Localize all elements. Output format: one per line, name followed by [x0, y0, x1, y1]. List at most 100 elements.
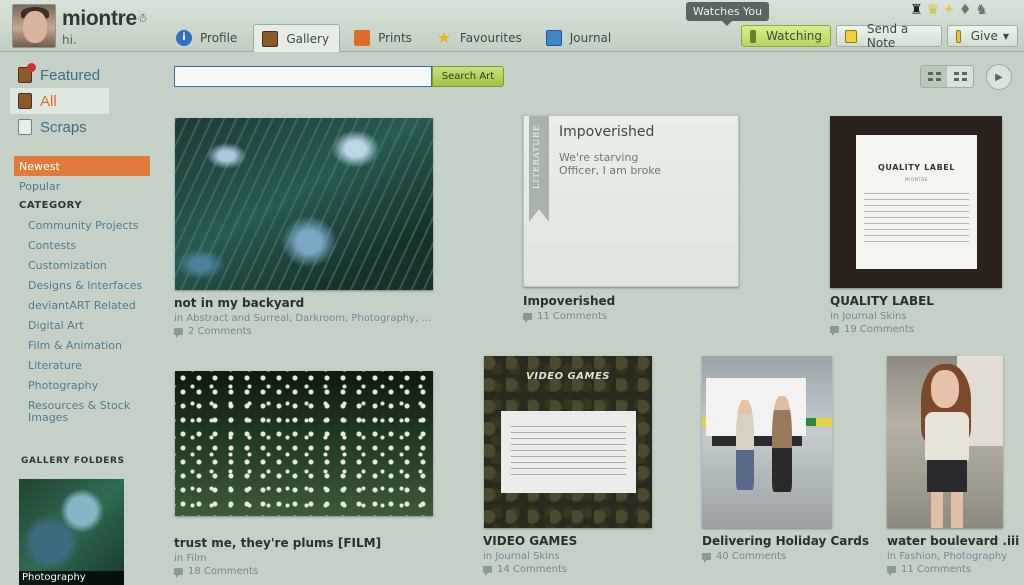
deviation-category: in Journal Skins — [483, 551, 658, 562]
category-link[interactable]: Abstract and Surreal, Darkroom, Photogra… — [186, 313, 436, 324]
give-button[interactable]: Give ▼ — [947, 25, 1018, 47]
sort-list: Newest Popular — [14, 156, 150, 196]
comment-count[interactable]: 19 Comments — [830, 324, 1010, 336]
comment-count[interactable]: 11 Comments — [523, 311, 743, 323]
comment-count[interactable]: 18 Comments — [174, 566, 436, 578]
category-link[interactable]: Fashion, Photography — [899, 551, 1007, 562]
category-item[interactable]: Designs & Interfaces — [28, 276, 150, 296]
tab-journal[interactable]: Journal — [538, 24, 622, 51]
category-item[interactable]: deviantART Related — [28, 296, 150, 316]
sort-newest[interactable]: Newest — [14, 156, 150, 176]
thumb-video-games[interactable]: VIDEO GAMES — [484, 356, 652, 528]
category-item[interactable]: Contests — [28, 236, 150, 256]
in-label: in — [830, 311, 840, 322]
in-label: in — [887, 551, 897, 562]
drop-icon: ♦ — [958, 2, 972, 18]
watching-button[interactable]: Watching — [741, 25, 831, 47]
thumb-water-boulevard[interactable] — [887, 356, 1003, 528]
skin-text-lines — [864, 193, 969, 243]
nav-all[interactable]: All — [10, 88, 109, 114]
folder-photography[interactable]: Photography — [19, 479, 124, 585]
send-note-button[interactable]: Send a Note — [836, 22, 942, 50]
thumb-trust-me-plums[interactable] — [175, 371, 433, 516]
deviation-title[interactable]: Delivering Holiday Cards — [702, 534, 872, 548]
deviation-category: in Film — [174, 553, 436, 564]
deviation-meta: Impoverished 11 Comments — [523, 294, 743, 323]
in-label: in — [174, 313, 184, 324]
category-item[interactable]: Customization — [28, 256, 150, 276]
comment-count[interactable]: 11 Comments — [887, 564, 1021, 576]
tab-favourites[interactable]: ★ Favourites — [428, 24, 532, 51]
comment-icon — [174, 328, 183, 338]
gift-icon — [956, 29, 961, 43]
featured-icon — [18, 63, 36, 83]
grid-view-icon — [953, 72, 967, 81]
comment-icon — [523, 313, 532, 323]
category-item[interactable]: Photography — [28, 376, 150, 396]
search-art-button[interactable]: Search Art — [432, 66, 504, 87]
comment-icon — [174, 568, 183, 578]
nav-label: Scraps — [40, 118, 87, 136]
deviation-title[interactable]: Impoverished — [523, 294, 743, 308]
deviation-title[interactable]: not in my backyard — [174, 296, 436, 310]
category-item[interactable]: Film & Animation — [28, 336, 150, 356]
thumb-delivering-holiday-cards[interactable] — [702, 356, 832, 528]
deviation-meta: water boulevard .iii in Fashion, Photogr… — [887, 534, 1021, 576]
comment-count[interactable]: 2 Comments — [174, 326, 436, 338]
send-note-label: Send a Note — [866, 22, 909, 50]
comment-count[interactable]: 14 Comments — [483, 564, 658, 576]
status-icons: ♜ ♛ ✦ ♦ ♞ — [910, 2, 988, 18]
literature-ribbon: LITERATURE — [529, 116, 549, 222]
gallery-nav: Featured All Scraps — [10, 62, 150, 140]
category-heading: CATEGORY — [19, 200, 83, 211]
category-link[interactable]: Film — [186, 553, 206, 564]
journal-icon — [545, 29, 562, 46]
deviation-title[interactable]: QUALITY LABEL — [830, 294, 1010, 308]
comment-label: 11 Comments — [901, 564, 972, 575]
top-header: miontre ☃ hi. i Profile Gallery Prints ★… — [0, 0, 1024, 52]
give-label: Give — [970, 29, 998, 43]
tab-profile[interactable]: i Profile — [168, 24, 247, 51]
figure-legs — [931, 492, 963, 528]
deviation-title[interactable]: water boulevard .iii — [887, 534, 1021, 548]
grid-view-button[interactable] — [947, 66, 973, 87]
category-item[interactable]: Resources & Stock Images — [28, 396, 150, 428]
category-link[interactable]: Journal Skins — [842, 311, 906, 322]
category-item[interactable]: Literature — [28, 356, 150, 376]
excerpt-line: We're starving — [559, 151, 639, 164]
comment-icon — [887, 566, 896, 576]
comment-label: 18 Comments — [188, 566, 259, 577]
thumb-not-in-my-backyard[interactable] — [175, 118, 433, 290]
skin-title: VIDEO GAMES — [525, 371, 610, 382]
thumb-quality-label[interactable]: QUALITY LABEL MIONTRE — [830, 116, 1002, 288]
category-list: Community Projects Contests Customizatio… — [28, 216, 150, 428]
comment-count[interactable]: 40 Comments — [702, 551, 872, 563]
thumb-impoverished[interactable]: LITERATURE Impoverished We're starving O… — [523, 115, 739, 287]
gallery-icon — [262, 30, 279, 47]
nav-featured[interactable]: Featured — [10, 62, 150, 88]
avatar[interactable] — [12, 4, 56, 48]
comment-label: 2 Comments — [188, 326, 252, 337]
comment-icon — [483, 566, 492, 576]
deviation-title[interactable]: VIDEO GAMES — [483, 534, 658, 548]
deviation-title[interactable]: trust me, they're plums [FILM] — [174, 536, 436, 550]
category-item[interactable]: Community Projects — [28, 216, 150, 236]
in-label: in — [483, 551, 493, 562]
comment-label: 14 Comments — [497, 564, 568, 575]
info-icon: i — [176, 29, 192, 46]
slideshow-button[interactable]: ▶ — [986, 64, 1012, 90]
username[interactable]: miontre — [62, 7, 137, 31]
sort-popular[interactable]: Popular — [14, 176, 150, 196]
in-label: in — [174, 553, 184, 564]
list-view-button[interactable] — [921, 66, 947, 87]
tab-prints[interactable]: Prints — [346, 24, 422, 51]
nav-scraps[interactable]: Scraps — [10, 114, 150, 140]
excerpt-line: Officer, I am broke — [559, 164, 662, 177]
category-item[interactable]: Digital Art — [28, 316, 150, 336]
category-link[interactable]: Journal Skins — [495, 551, 559, 562]
tab-gallery[interactable]: Gallery — [253, 24, 341, 52]
search-input[interactable] — [174, 66, 432, 87]
play-icon: ▶ — [995, 71, 1003, 83]
cat-icon: ♞ — [975, 2, 988, 18]
skin-text-lines — [511, 426, 626, 476]
